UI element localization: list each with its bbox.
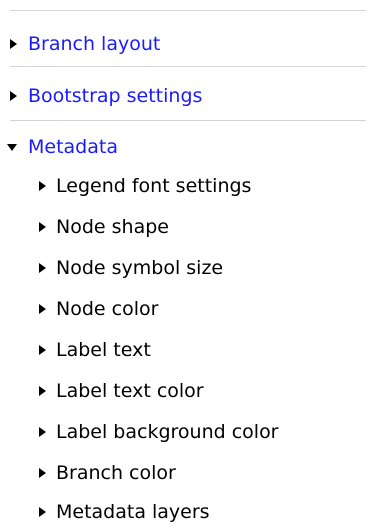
metadata-item-label: Label background color — [56, 421, 279, 443]
metadata-item-label: Node shape — [56, 216, 169, 238]
metadata-item-legend-font-settings[interactable]: Legend font settings — [36, 171, 251, 201]
triangle-right-icon — [36, 425, 48, 439]
section-bootstrap-settings[interactable]: Bootstrap settings — [6, 80, 202, 112]
section-branch-layout[interactable]: Branch layout — [6, 28, 160, 60]
triangle-right-icon — [36, 179, 48, 193]
metadata-item-label-text-color[interactable]: Label text color — [36, 376, 204, 406]
section-label: Bootstrap settings — [28, 85, 203, 107]
metadata-item-label: Node color — [56, 298, 159, 320]
metadata-item-metadata-layers[interactable]: Metadata layers — [36, 497, 210, 527]
triangle-right-icon — [6, 37, 20, 51]
triangle-right-icon — [36, 343, 48, 357]
metadata-item-label: Legend font settings — [56, 175, 252, 197]
triangle-right-icon — [36, 220, 48, 234]
divider — [10, 120, 366, 121]
divider — [10, 66, 366, 67]
section-label: Metadata — [28, 136, 118, 158]
triangle-right-icon — [36, 261, 48, 275]
metadata-item-node-shape[interactable]: Node shape — [36, 212, 169, 242]
metadata-item-label: Metadata layers — [56, 501, 210, 523]
triangle-down-icon — [6, 140, 20, 154]
metadata-item-label: Label text — [56, 339, 151, 361]
triangle-right-icon — [36, 384, 48, 398]
section-metadata[interactable]: Metadata — [6, 131, 118, 163]
metadata-item-node-color[interactable]: Node color — [36, 294, 158, 324]
triangle-right-icon — [36, 302, 48, 316]
metadata-item-label-background-color[interactable]: Label background color — [36, 417, 279, 447]
metadata-item-label: Label text color — [56, 380, 204, 402]
metadata-item-label: Branch color — [56, 462, 176, 484]
triangle-right-icon — [36, 466, 48, 480]
triangle-right-icon — [6, 89, 20, 103]
section-label: Branch layout — [28, 33, 161, 55]
divider — [10, 10, 366, 11]
metadata-item-branch-color[interactable]: Branch color — [36, 458, 176, 488]
metadata-item-label: Node symbol size — [56, 257, 224, 279]
triangle-right-icon — [36, 505, 48, 519]
metadata-item-label-text[interactable]: Label text — [36, 335, 151, 365]
metadata-item-node-symbol-size[interactable]: Node symbol size — [36, 253, 223, 283]
settings-panel: Branch layout Bootstrap settings Metadat… — [0, 0, 376, 529]
